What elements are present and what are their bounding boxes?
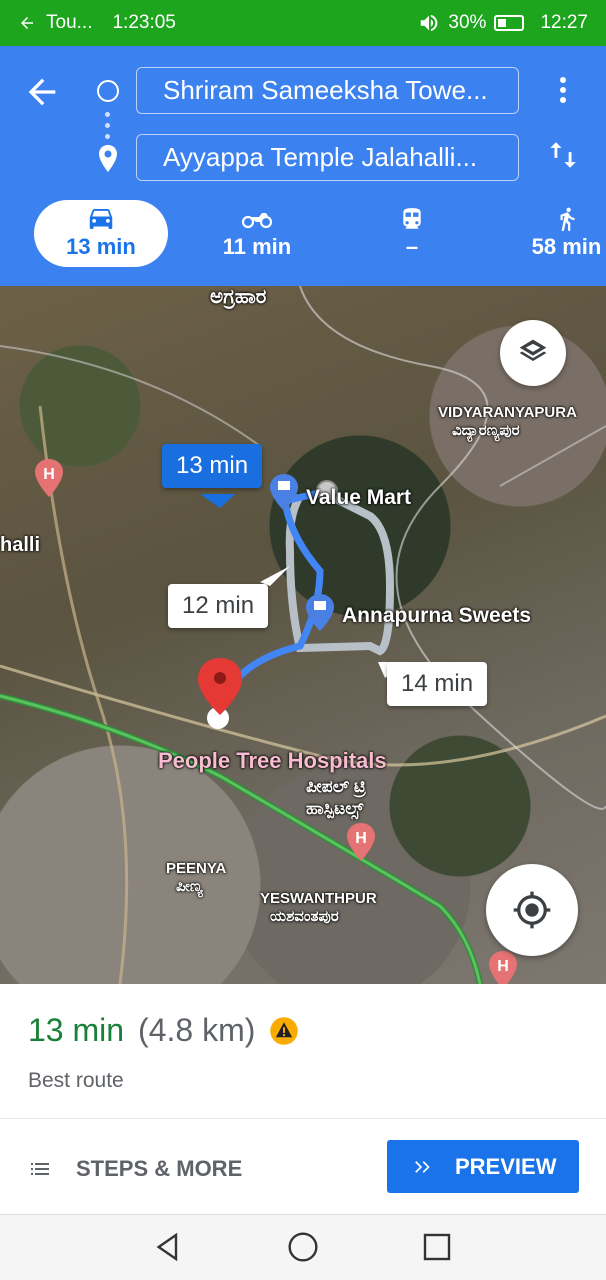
- nav-back-icon[interactable]: [152, 1231, 184, 1263]
- route-dots-icon: [105, 112, 111, 145]
- mode-drive[interactable]: 13 min: [34, 200, 168, 267]
- svg-text:H: H: [355, 830, 367, 847]
- route-note: Best route: [28, 1069, 124, 1092]
- steps-more-button[interactable]: STEPS & MORE: [28, 1149, 242, 1189]
- route-distance: (4.8 km): [138, 1012, 256, 1048]
- directions-header: Shriram Sameeksha Towe... Ayyappa Temple…: [0, 46, 606, 286]
- layers-button[interactable]: [500, 320, 566, 386]
- place-label: ವಿದ್ಯಾರಣ್ಯಪುರ: [452, 422, 520, 439]
- place-label: halli: [0, 534, 41, 556]
- status-clock: 12:27: [540, 12, 588, 33]
- car-icon: [89, 209, 113, 229]
- route-time-alt[interactable]: 12 min: [168, 584, 269, 628]
- warning-icon[interactable]: [269, 1016, 299, 1046]
- mode-transit[interactable]: –: [380, 200, 444, 267]
- place-annapurna[interactable]: Annapurna Sweets: [342, 604, 531, 628]
- place-label: PEENYA: [166, 860, 227, 877]
- route-actions: STEPS & MORE PREVIEW: [0, 1118, 606, 1214]
- walk-icon: [560, 207, 575, 231]
- preview-button[interactable]: PREVIEW: [387, 1140, 579, 1193]
- mode-walk-label: 58 min: [531, 234, 602, 259]
- svg-text:H: H: [497, 958, 509, 975]
- status-bar: Tou... 1:23:05 30% 12:27: [0, 0, 606, 46]
- destination-pin-icon: [99, 145, 117, 172]
- place-value-mart[interactable]: Value Mart: [306, 486, 411, 510]
- place-label: YESWANTHPUR: [260, 890, 377, 907]
- place-label: ಪೀಣ್ಯ: [176, 878, 203, 895]
- nav-home-icon[interactable]: [287, 1231, 319, 1263]
- place-label: ಯಶವಂತಪುರ: [270, 908, 339, 925]
- status-elapsed: 1:23:05: [112, 12, 176, 33]
- svg-text:H: H: [43, 466, 55, 483]
- battery-icon: [494, 15, 525, 31]
- origin-field[interactable]: Shriram Sameeksha Towe...: [136, 67, 519, 114]
- list-icon: [31, 1163, 49, 1175]
- mode-drive-label: 13 min: [66, 234, 136, 259]
- motorcycle-icon: [242, 213, 272, 229]
- steps-more-label: STEPS & MORE: [76, 1156, 243, 1181]
- preview-label: PREVIEW: [455, 1153, 557, 1179]
- destination-field[interactable]: Ayyappa Temple Jalahalli...: [136, 134, 519, 181]
- map-view[interactable]: H H H ಅಗ್ರಹಾರ VIDYARANYAPURA ವಿದ್ಯಾರಣ್ಯಪ…: [0, 286, 606, 984]
- place-label: ಪೀಪಲ್ ಟ್ರಿ ಹಾಸ್ಪಿಟಲ್ಸ್: [306, 777, 366, 818]
- back-arrow-icon[interactable]: [22, 72, 62, 112]
- place-people-tree[interactable]: People Tree Hospitals: [158, 748, 387, 774]
- swap-icon[interactable]: [546, 138, 580, 172]
- my-location-button[interactable]: [486, 864, 578, 956]
- nav-recents-icon[interactable]: [421, 1231, 453, 1263]
- my-location-icon: [513, 891, 551, 929]
- hospital-marker-icon[interactable]: H: [488, 950, 518, 984]
- hospital-marker-icon[interactable]: H: [346, 822, 376, 862]
- route-time-primary[interactable]: 13 min: [162, 444, 263, 488]
- route-duration: 13 min: [28, 1012, 125, 1048]
- place-label: ಅಗ್ರಹಾರ: [210, 286, 267, 308]
- train-icon: [403, 208, 421, 229]
- more-options-icon[interactable]: [552, 74, 574, 110]
- back-arrow-small-icon: [21, 17, 33, 29]
- place-label: VIDYARANYAPURA: [438, 404, 577, 421]
- mode-two-wheeler-label: 11 min: [222, 234, 292, 259]
- volume-icon: [421, 14, 438, 32]
- route-time-alt[interactable]: 14 min: [387, 662, 488, 706]
- battery-percent: 30%: [448, 12, 487, 33]
- mode-two-wheeler[interactable]: 11 min: [205, 200, 309, 267]
- layers-icon: [519, 339, 547, 361]
- hospital-marker-icon[interactable]: H: [34, 458, 64, 498]
- travel-modes: 13 min 11 min – 58 min: [0, 200, 606, 268]
- mode-transit-label: –: [405, 234, 419, 259]
- system-nav-bar: [0, 1214, 606, 1280]
- mode-walk[interactable]: 58 min: [527, 200, 606, 267]
- double-chevron-icon: [415, 1160, 430, 1173]
- route-summary[interactable]: 13 min (4.8 km) Best route: [0, 984, 606, 1118]
- origin-circle-icon: [97, 80, 119, 102]
- status-app-name: Tou...: [46, 12, 93, 33]
